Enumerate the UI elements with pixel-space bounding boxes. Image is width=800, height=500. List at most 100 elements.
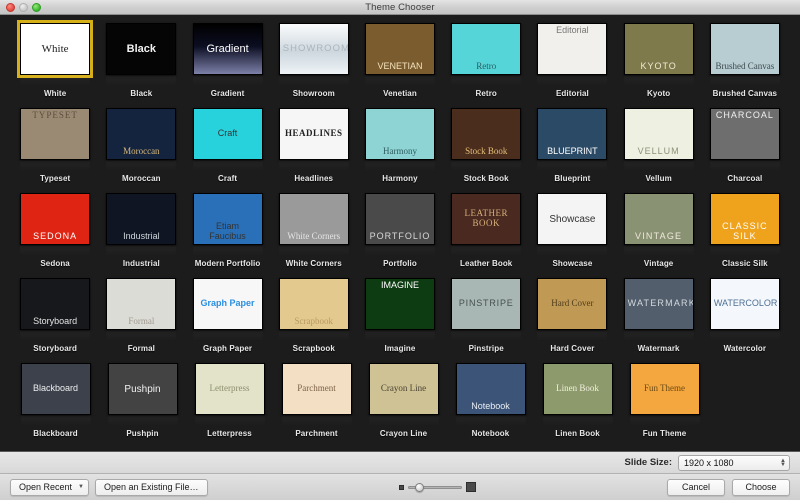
theme-cell[interactable]: Etiam Faucibus Modern Portfolio <box>184 193 270 278</box>
choose-button[interactable]: Choose <box>732 478 791 496</box>
theme-thumbnail[interactable]: Brushed Canvas <box>709 23 780 75</box>
theme-thumbnail[interactable]: CLASSIC SILK <box>709 193 780 245</box>
theme-thumbnail[interactable]: Editorial <box>537 23 608 75</box>
theme-cell[interactable]: VINTAGE Vintage <box>616 193 702 278</box>
theme-thumbnail[interactable]: WATERCOLOR <box>709 278 780 330</box>
theme-thumbnail[interactable]: VENETIAN <box>364 23 435 75</box>
theme-cell[interactable]: Black Black <box>98 23 184 108</box>
theme-cell[interactable]: VELLUM Vellum <box>616 108 702 193</box>
theme-cell[interactable]: Pushpin Pushpin <box>99 363 186 448</box>
theme-cell[interactable]: Editorial Editorial <box>529 23 615 108</box>
thumbnail-size-slider[interactable] <box>407 482 462 492</box>
theme-cell[interactable]: PINSTRIPE Pinstripe <box>443 278 529 363</box>
theme-thumbnail[interactable]: Letterpress <box>194 363 265 415</box>
theme-cell[interactable]: PORTFOLIO Portfolio <box>357 193 443 278</box>
theme-thumbnail[interactable]: VINTAGE <box>623 193 694 245</box>
theme-cell[interactable]: BLUEPRINT Blueprint <box>529 108 615 193</box>
theme-cell[interactable]: WATERCOLOR Watercolor <box>702 278 788 363</box>
theme-cell[interactable]: Harmony Harmony <box>357 108 443 193</box>
theme-thumbnail[interactable]: White Corners <box>278 193 349 245</box>
theme-thumbnail[interactable]: Parchment <box>281 363 352 415</box>
theme-cell[interactable]: SEDONA Sedona <box>12 193 98 278</box>
theme-thumbnail[interactable]: SHOWROOM <box>278 23 349 75</box>
theme-cell[interactable]: Parchment Parchment <box>273 363 360 448</box>
theme-cell[interactable]: WATERMARK Watermark <box>616 278 702 363</box>
theme-cell[interactable]: HEADLINES Headlines <box>271 108 357 193</box>
theme-cell[interactable]: IMAGINE Imagine <box>357 278 443 363</box>
theme-thumbnail[interactable]: Hard Cover <box>537 278 608 330</box>
theme-cell[interactable]: KYOTO Kyoto <box>616 23 702 108</box>
theme-cell[interactable]: Scrapbook Scrapbook <box>271 278 357 363</box>
theme-cell[interactable]: Brushed Canvas Brushed Canvas <box>702 23 788 108</box>
theme-thumbnail[interactable]: Craft <box>192 108 263 160</box>
theme-cell[interactable]: Moroccan Moroccan <box>98 108 184 193</box>
theme-thumbnail[interactable]: Retro <box>451 23 522 75</box>
thumbnail-size-slider-group[interactable] <box>398 482 476 492</box>
theme-gallery[interactable]: White White Black Black Gradient Gradient SHOW… <box>0 15 800 451</box>
theme-thumbnail[interactable]: VELLUM <box>623 108 694 160</box>
theme-cell[interactable]: Retro Retro <box>443 23 529 108</box>
theme-cell[interactable]: Fun Theme Fun Theme <box>621 363 708 448</box>
theme-thumbnail[interactable]: Stock Book <box>451 108 522 160</box>
theme-thumbnail[interactable]: Harmony <box>364 108 435 160</box>
large-thumbnail-icon[interactable] <box>465 482 476 492</box>
theme-thumbnail[interactable]: PORTFOLIO <box>364 193 435 245</box>
theme-cell[interactable]: Hard Cover Hard Cover <box>529 278 615 363</box>
theme-thumbnail[interactable]: BLUEPRINT <box>537 108 608 160</box>
theme-cell[interactable]: Craft Craft <box>184 108 270 193</box>
theme-thumbnail[interactable]: Scrapbook <box>278 278 349 330</box>
theme-cell[interactable]: Stock Book Stock Book <box>443 108 529 193</box>
theme-cell[interactable]: Crayon Line Crayon Line <box>360 363 447 448</box>
theme-thumbnail[interactable]: Linen Book <box>542 363 613 415</box>
theme-cell[interactable]: CHARCOAL Charcoal <box>702 108 788 193</box>
slider-thumb[interactable] <box>414 482 424 492</box>
theme-thumbnail[interactable]: CHARCOAL <box>709 108 780 160</box>
theme-cell[interactable]: Linen Book Linen Book <box>534 363 621 448</box>
slide-size-select[interactable]: 1920 x 1080 ▲ ▼ <box>678 454 790 471</box>
theme-thumbnail[interactable]: KYOTO <box>623 23 694 75</box>
theme-thumbnail[interactable]: Graph Paper <box>192 278 263 330</box>
theme-thumbnail[interactable]: IMAGINE <box>364 278 435 330</box>
theme-thumbnail[interactable]: Notebook <box>455 363 526 415</box>
theme-cell[interactable]: Gradient Gradient <box>184 23 270 108</box>
theme-thumbnail[interactable]: Black <box>106 23 177 75</box>
theme-thumbnail[interactable]: LEATHER BOOK <box>451 193 522 245</box>
theme-cell[interactable]: Notebook Notebook <box>447 363 534 448</box>
theme-cell[interactable]: White Corners White Corners <box>271 193 357 278</box>
theme-thumbnail[interactable]: White <box>17 20 94 78</box>
theme-thumbnail[interactable]: SEDONA <box>20 193 91 245</box>
theme-thumbnail[interactable]: Moroccan <box>106 108 177 160</box>
theme-cell[interactable]: TYPESET Typeset <box>12 108 98 193</box>
theme-thumbnail[interactable]: TYPESET <box>20 108 91 160</box>
theme-thumbnail[interactable]: Fun Theme <box>629 363 700 415</box>
theme-thumbnail[interactable]: Showcase <box>537 193 608 245</box>
open-existing-file-button[interactable]: Open an Existing File… <box>95 478 208 496</box>
theme-thumbnail[interactable]: Blackboard <box>20 363 91 415</box>
theme-cell[interactable]: Letterpress Letterpress <box>186 363 273 448</box>
theme-thumbnail[interactable]: HEADLINES <box>278 108 349 160</box>
theme-thumbnail[interactable]: PINSTRIPE <box>451 278 522 330</box>
theme-cell[interactable]: LEATHER BOOK Leather Book <box>443 193 529 278</box>
theme-cell[interactable]: CLASSIC SILK Classic Silk <box>702 193 788 278</box>
theme-thumbnail[interactable]: Industrial <box>106 193 177 245</box>
theme-cell[interactable]: SHOWROOM Showroom <box>271 23 357 108</box>
theme-thumbnail[interactable]: WATERMARK <box>623 278 694 330</box>
theme-thumbnail[interactable]: Storyboard <box>20 278 91 330</box>
theme-cell[interactable]: Showcase Showcase <box>529 193 615 278</box>
theme-thumbnail[interactable]: Gradient <box>192 23 263 75</box>
theme-cell[interactable]: Industrial Industrial <box>98 193 184 278</box>
thumbnail-reflection <box>20 245 91 257</box>
theme-cell[interactable]: Graph Paper Graph Paper <box>184 278 270 363</box>
theme-thumbnail[interactable]: Crayon Line <box>368 363 439 415</box>
theme-thumbnail[interactable]: Pushpin <box>107 363 178 415</box>
theme-cell[interactable]: Blackboard Blackboard <box>12 363 99 448</box>
theme-cell[interactable]: Storyboard Storyboard <box>12 278 98 363</box>
theme-cell[interactable]: Formal Formal <box>98 278 184 363</box>
small-thumbnail-icon[interactable] <box>398 484 404 490</box>
open-recent-button[interactable]: Open Recent ▼ <box>10 478 89 496</box>
theme-thumbnail[interactable]: Formal <box>106 278 177 330</box>
theme-cell[interactable]: VENETIAN Venetian <box>357 23 443 108</box>
theme-thumbnail[interactable]: Etiam Faucibus <box>192 193 263 245</box>
theme-cell[interactable]: White White <box>12 20 98 108</box>
cancel-button[interactable]: Cancel <box>667 478 726 496</box>
